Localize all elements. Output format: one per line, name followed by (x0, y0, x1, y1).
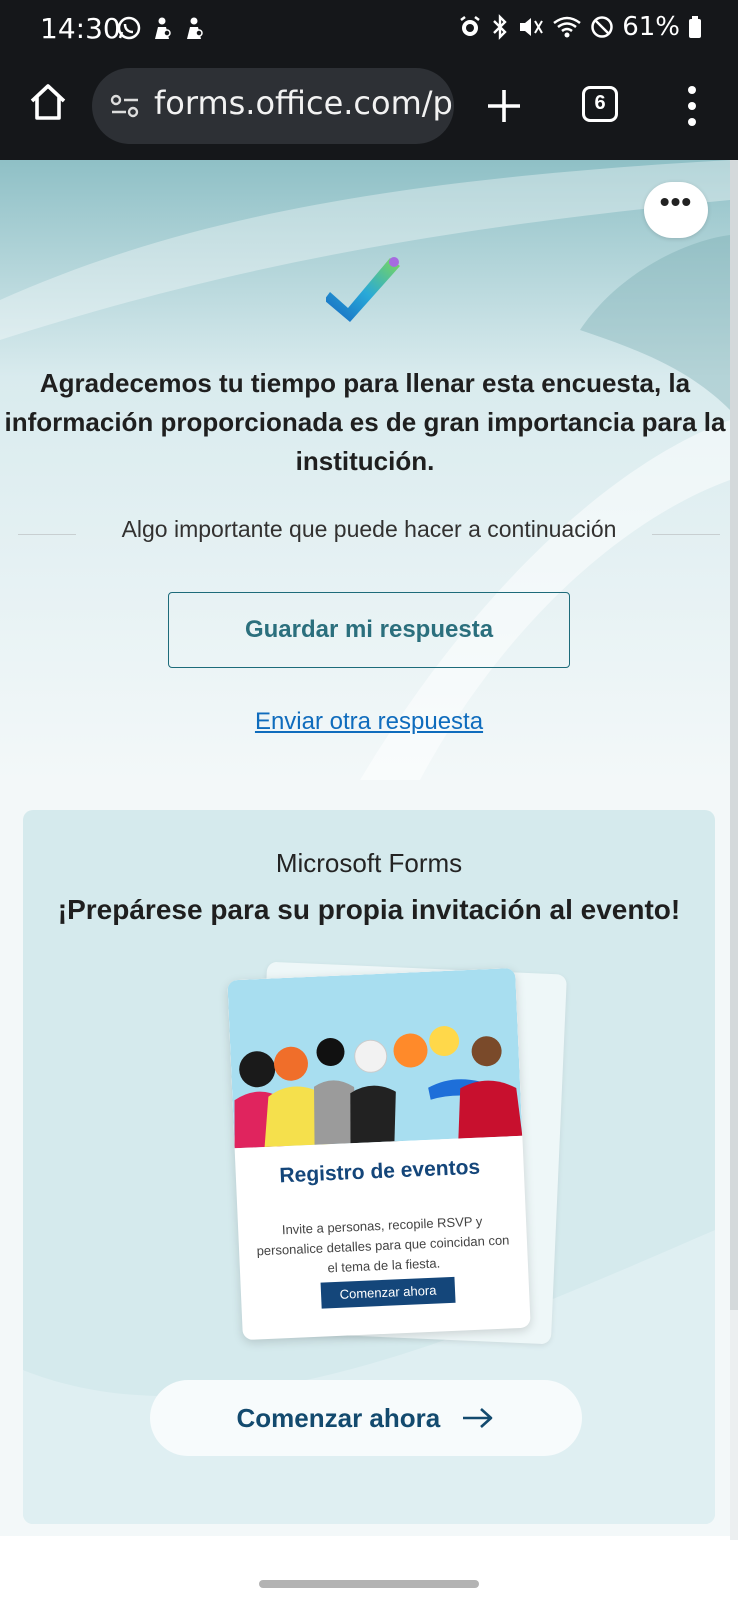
people-illustration (227, 967, 523, 1149)
site-settings-icon[interactable] (110, 93, 140, 119)
form-page: ••• Agradecemos tu tiempo para llenar es… (0, 160, 730, 1600)
scrollbar-track (730, 1310, 738, 1540)
template-start-button: Comenzar ahora (320, 1276, 456, 1309)
status-time: 14:30 (40, 12, 121, 45)
battery-icon (689, 16, 701, 38)
promo-brand: Microsoft Forms (275, 848, 463, 878)
page-scrollbar[interactable] (730, 160, 738, 1310)
next-steps-label: Algo importante que puede hacer a contin… (121, 516, 617, 542)
wifi-icon (553, 16, 581, 38)
whatsapp-icon (117, 16, 141, 40)
browser-toolbar: forms.office.com/p 6 (0, 58, 738, 160)
more-options-button[interactable]: ••• (644, 182, 708, 238)
notification-icon (155, 17, 171, 39)
template-title: Registro de eventos (278, 1155, 481, 1188)
submit-another-response-link[interactable]: Enviar otra respuesta (0, 708, 730, 736)
divider-right (652, 534, 720, 535)
template-description: Invite a personas, recopile RSVP y perso… (256, 1213, 510, 1276)
thank-you-message: Agradecemos tu tiempo para llenar esta e… (4, 368, 726, 476)
promo-card: Microsoft Forms ¡Prepárese para su propi… (23, 810, 715, 1524)
event-template-preview: Registro de eventos Invite a personas, r… (227, 967, 531, 1341)
status-bar: 14:30 61% (0, 0, 738, 58)
more-vert-icon[interactable] (684, 84, 700, 128)
save-response-button[interactable]: Guardar mi respuesta (168, 592, 570, 668)
do-not-disturb-icon (591, 16, 613, 38)
tab-switcher-button[interactable]: 6 (582, 86, 618, 122)
url-text: forms.office.com/p (154, 84, 453, 122)
battery-percent: 61% (622, 12, 680, 42)
promo-title: ¡Prepárese para su propia invitación al … (57, 894, 681, 925)
start-now-button[interactable]: Comenzar ahora (150, 1380, 582, 1456)
alarm-icon (460, 16, 480, 36)
checkmark-logo-icon (326, 257, 400, 322)
home-icon[interactable] (26, 80, 70, 124)
mute-icon (520, 18, 544, 36)
start-now-label: Comenzar ahora (236, 1403, 441, 1433)
notification-icon (187, 17, 203, 39)
arrow-right-icon (463, 1408, 493, 1429)
bottom-strip (0, 1536, 730, 1600)
gesture-navigation-handle[interactable] (259, 1580, 479, 1588)
bluetooth-icon (493, 14, 507, 40)
new-tab-icon[interactable] (484, 86, 524, 126)
address-bar[interactable]: forms.office.com/p (92, 68, 454, 144)
